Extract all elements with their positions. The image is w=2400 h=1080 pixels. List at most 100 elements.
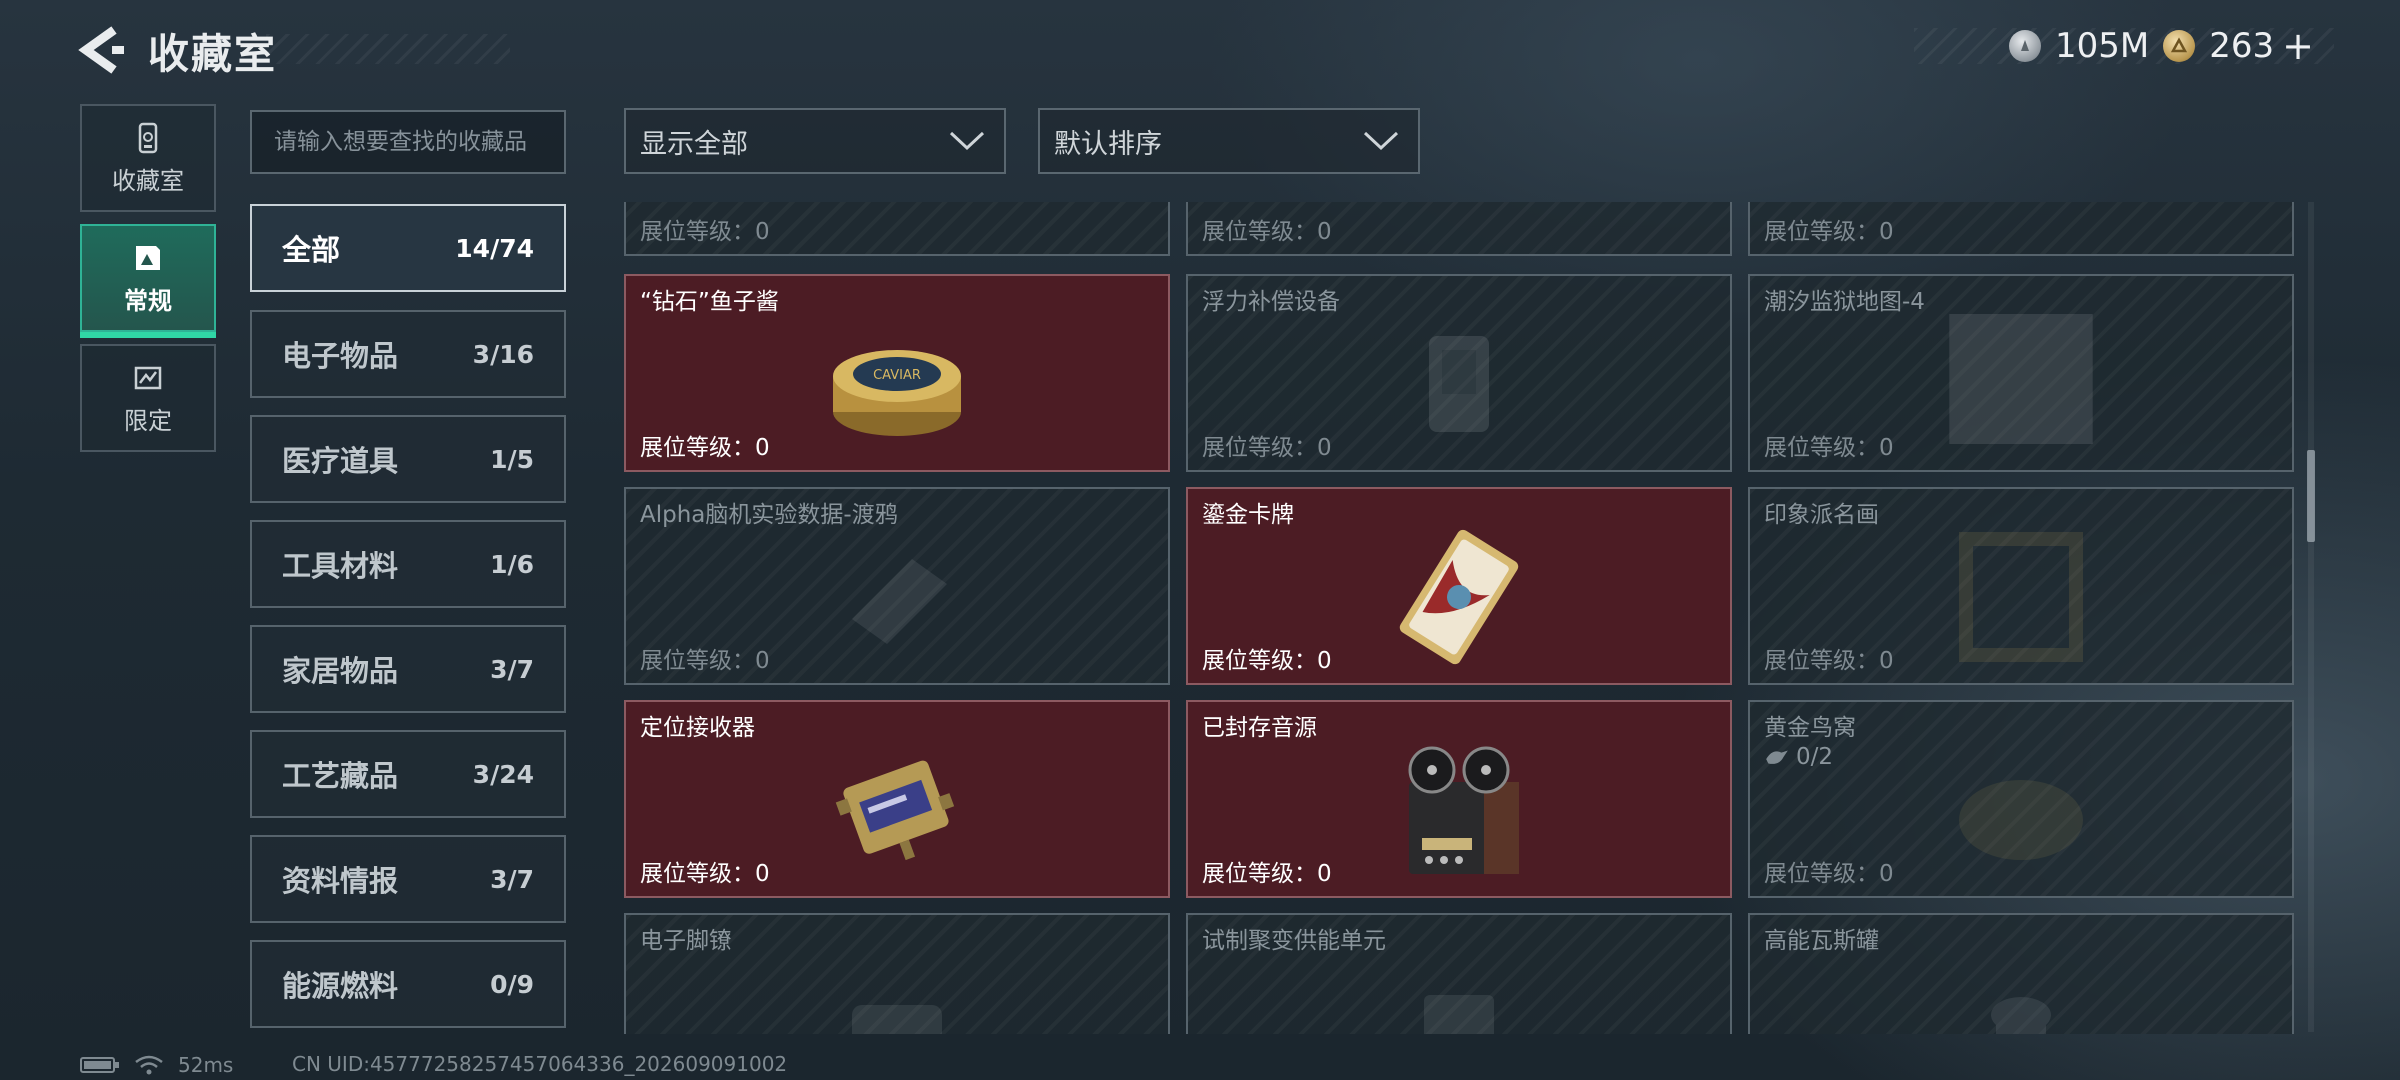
filter-dropdown[interactable]: 显示全部 bbox=[624, 108, 1006, 174]
card-name: 鎏金卡牌 bbox=[1202, 502, 1294, 528]
regular-icon bbox=[136, 245, 160, 270]
card-level: 展位等级：0 bbox=[640, 861, 770, 887]
category-label: 工艺藏品 bbox=[282, 759, 399, 793]
buoyancy-device-icon bbox=[1429, 336, 1489, 432]
page-title-bar: 收藏室 bbox=[148, 24, 510, 78]
card-level: 展位等级：0 bbox=[1202, 435, 1332, 461]
collectible-card-gilded-card[interactable]: 鎏金卡牌 展位等级：0 bbox=[1186, 487, 1732, 685]
collectible-card-sealed-audio[interactable]: 已封存音源 展位等级：0 bbox=[1186, 700, 1732, 898]
filter-dropdown-label: 显示全部 bbox=[640, 128, 748, 160]
currency-bar: 105M 263 + bbox=[1914, 24, 2334, 68]
category-medical[interactable]: 医疗道具 1/5 bbox=[250, 415, 566, 503]
collectible-card-buoyancy[interactable]: 浮力补偿设备 展位等级：0 bbox=[1186, 274, 1732, 472]
reel-recorder-icon bbox=[1408, 746, 1519, 874]
locator-receiver-icon bbox=[835, 760, 955, 861]
add-currency-button[interactable]: + bbox=[2282, 24, 2314, 68]
card-name: 黄金鸟窝 bbox=[1764, 715, 1856, 741]
card-level: 展位等级：0 bbox=[640, 435, 770, 461]
category-count: 1/5 bbox=[490, 444, 534, 474]
category-crafts[interactable]: 工艺藏品 3/24 bbox=[250, 730, 566, 818]
category-count: 14/74 bbox=[455, 233, 534, 263]
collectible-card-ankle-monitor[interactable]: 电子脚镣 bbox=[624, 913, 1170, 1034]
card-name: “钻石”鱼子酱 bbox=[640, 289, 779, 315]
category-label: 家居物品 bbox=[282, 654, 399, 688]
painting-icon bbox=[1959, 532, 2083, 662]
limited-icon bbox=[134, 366, 162, 389]
search-input[interactable] bbox=[250, 110, 566, 174]
silver-currency-value: 105M bbox=[2055, 26, 2150, 66]
silver-coin-icon bbox=[2009, 30, 2042, 62]
battery-icon bbox=[80, 1057, 119, 1073]
nest-progress-value: 0/2 bbox=[1796, 744, 1834, 770]
card-name: Alpha脑机实验数据-渡鸦 bbox=[640, 502, 898, 528]
grid-scrollbar-thumb[interactable] bbox=[2307, 450, 2315, 542]
collectible-card[interactable]: 展位等级：0 bbox=[624, 202, 1170, 256]
gilded-card-icon bbox=[1399, 529, 1519, 665]
chevron-down-icon bbox=[949, 131, 985, 151]
collection-room-icon bbox=[138, 122, 158, 153]
data-device-icon bbox=[852, 559, 947, 644]
collectible-card-golden-nest[interactable]: 黄金鸟窝 0/2 展位等级：0 bbox=[1748, 700, 2294, 898]
card-name: 浮力补偿设备 bbox=[1202, 289, 1340, 315]
card-level: 展位等级：0 bbox=[1764, 435, 1894, 461]
golden-nest-icon bbox=[1959, 780, 2083, 860]
user-uid: CN UID:457772582574570643​36_20260909100… bbox=[292, 1052, 788, 1076]
card-level: 展位等级：0 bbox=[1764, 861, 1894, 887]
status-footer: 52ms bbox=[80, 1052, 233, 1078]
grid-scrollbar-track[interactable] bbox=[2308, 202, 2314, 1032]
category-count: 3/7 bbox=[490, 864, 534, 894]
category-electronics[interactable]: 电子物品 3/16 bbox=[250, 310, 566, 398]
card-name: 高能瓦斯罐 bbox=[1764, 928, 1879, 954]
gold-currency-value: 263 bbox=[2209, 26, 2275, 66]
card-name: 潮汐监狱地图-4 bbox=[1764, 289, 1925, 315]
category-label: 全部 bbox=[282, 233, 341, 267]
card-level: 展位等级：0 bbox=[1202, 219, 1332, 245]
category-count: 3/24 bbox=[472, 759, 534, 789]
card-name: 试制聚变供能单元 bbox=[1202, 928, 1386, 954]
category-count: 3/16 bbox=[472, 339, 534, 369]
category-tools[interactable]: 工具材料 1/6 bbox=[250, 520, 566, 608]
nest-progress: 0/2 bbox=[1764, 744, 1833, 770]
card-level: 展位等级：0 bbox=[640, 648, 770, 674]
category-label: 电子物品 bbox=[282, 339, 399, 373]
collectible-card[interactable]: 展位等级：0 bbox=[1186, 202, 1732, 256]
title-decor-strip bbox=[266, 34, 510, 64]
collectible-card-alpha-data[interactable]: Alpha脑机实验数据-渡鸦 展位等级：0 bbox=[624, 487, 1170, 685]
side-tab-limited[interactable]: 限定 bbox=[80, 344, 216, 452]
category-all[interactable]: 全部 14/74 bbox=[250, 204, 566, 292]
category-count: 1/6 bbox=[490, 549, 534, 579]
card-name: 电子脚镣 bbox=[640, 928, 732, 954]
collectible-card-painting[interactable]: 印象派名画 展位等级：0 bbox=[1748, 487, 2294, 685]
category-home[interactable]: 家居物品 3/7 bbox=[250, 625, 566, 713]
collectible-card-fusion-unit[interactable]: 试制聚变供能单元 bbox=[1186, 913, 1732, 1034]
collectible-card-prison-map[interactable]: 潮汐监狱地图-4 展位等级：0 bbox=[1748, 274, 2294, 472]
card-name: 印象派名画 bbox=[1764, 502, 1879, 528]
side-tab-label: 收藏室 bbox=[112, 166, 184, 195]
category-count: 0/9 bbox=[490, 969, 534, 999]
bird-icon bbox=[1766, 750, 1788, 764]
back-arrow-icon bbox=[78, 26, 124, 74]
wifi-icon bbox=[135, 1055, 163, 1075]
side-tab-regular[interactable]: 常规 bbox=[80, 224, 216, 338]
collectible-card-locator[interactable]: 定位接收器 展位等级：0 bbox=[624, 700, 1170, 898]
collectible-card[interactable]: 展位等级：0 bbox=[1748, 202, 2294, 256]
card-level: 展位等级：0 bbox=[1764, 219, 1894, 245]
collectible-card-caviar[interactable]: “钻石”鱼子酱 CAVIAR 展位等级：0 bbox=[624, 274, 1170, 472]
category-energy[interactable]: 能源燃料 0/9 bbox=[250, 940, 566, 1028]
collectible-card-gas-tank[interactable]: 高能瓦斯罐 bbox=[1748, 913, 2294, 1034]
caviar-tin-icon: CAVIAR bbox=[833, 350, 961, 436]
ankle-monitor-icon bbox=[852, 1005, 942, 1034]
card-name: 已封存音源 bbox=[1202, 715, 1317, 741]
card-level: 展位等级：0 bbox=[1764, 648, 1894, 674]
sort-dropdown[interactable]: 默认排序 bbox=[1038, 108, 1420, 174]
gold-coin-icon bbox=[2163, 30, 2196, 62]
back-button[interactable] bbox=[74, 24, 130, 76]
page-title: 收藏室 bbox=[148, 30, 277, 78]
category-count: 3/7 bbox=[490, 654, 534, 684]
category-label: 资料情报 bbox=[282, 864, 399, 898]
card-name: 定位接收器 bbox=[640, 715, 755, 741]
card-level: 展位等级：0 bbox=[1202, 861, 1332, 887]
side-tab-collection-room[interactable]: 收藏室 bbox=[80, 104, 216, 212]
map-icon bbox=[1949, 314, 2093, 444]
category-intel[interactable]: 资料情报 3/7 bbox=[250, 835, 566, 923]
